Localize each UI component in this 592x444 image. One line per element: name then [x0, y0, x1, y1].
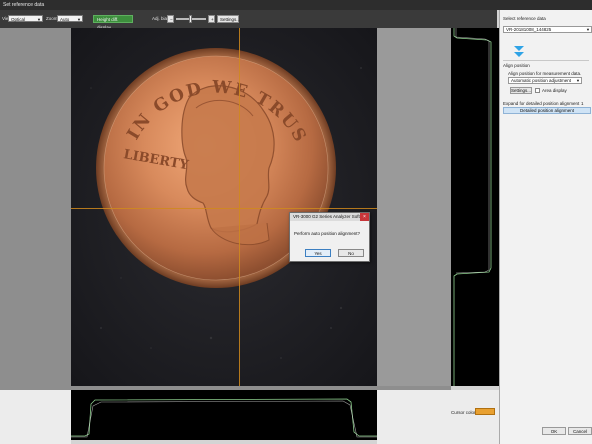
align-settings-label: Settings...: [511, 88, 532, 93]
close-icon[interactable]: ×: [360, 213, 369, 221]
align-settings-button[interactable]: Settings...: [510, 87, 532, 94]
view-select[interactable]: Optical ▼: [8, 15, 43, 22]
expand-detailed-label: Expand for detailed position alignment: [503, 101, 580, 106]
bottom-left-area: [0, 390, 71, 444]
chevron-down-icon: ▼: [77, 17, 81, 22]
align-position-heading: Align position: [503, 63, 530, 68]
optical-image-view[interactable]: IN GOD WE TRUST LIBERTY: [71, 28, 377, 386]
cancel-button-label: Cancel: [572, 429, 587, 434]
dialog-message: Perform auto position alignment?: [294, 231, 361, 236]
coin-image: IN GOD WE TRUST LIBERTY: [71, 28, 377, 386]
select-reference-label: Select reference data: [503, 16, 546, 21]
crosshair-vertical[interactable]: [239, 28, 240, 386]
view-select-value: Optical: [11, 17, 26, 22]
status-area: [377, 390, 499, 444]
reference-settings-panel: Select reference data VR-20181008_144825…: [499, 10, 592, 444]
dialog-no-button[interactable]: No: [338, 249, 364, 257]
dialog-yes-button[interactable]: Yes: [305, 249, 331, 257]
reference-data-value: VR-20181008_144825: [506, 27, 552, 32]
detailed-position-alignment-button[interactable]: Detailed position alignment: [503, 107, 591, 114]
zoom-select[interactable]: Auto ▼: [57, 15, 83, 22]
dialog-yes-label: Yes: [314, 251, 322, 256]
ok-button-label: OK: [550, 429, 558, 434]
dialog-title-bar: VR-3000 G2 Series Analyzer Soft...: [290, 213, 369, 221]
auto-position-select[interactable]: Automatic position adjustment ▼: [508, 77, 582, 84]
chevron-down-icon: ▼: [586, 27, 590, 32]
window-title-bar: Set reference data: [0, 0, 592, 10]
toolbar: View Optical ▼ Zoom Auto ▼ Height diff. …: [0, 10, 497, 30]
auto-position-value: Automatic position adjustment: [511, 78, 572, 83]
area-display-checkbox[interactable]: [535, 88, 540, 93]
cancel-button[interactable]: Cancel: [568, 427, 592, 435]
expand-count: 1: [581, 101, 584, 106]
dialog-no-label: No: [348, 251, 354, 256]
divider: [503, 60, 589, 61]
align-position-description: Align position for measurement data.: [508, 71, 582, 76]
vertical-profile-panel: [451, 28, 499, 386]
toolbar-settings-button[interactable]: Settings...: [217, 15, 241, 23]
area-display-label: Area display: [542, 88, 567, 93]
auto-alignment-dialog: VR-3000 G2 Series Analyzer Soft... × Per…: [289, 212, 370, 262]
chevron-down-icon: ▼: [37, 17, 41, 22]
zoom-select-value: Auto: [60, 17, 70, 22]
adj-increase-button[interactable]: +: [208, 15, 215, 23]
chevron-down-icon: [514, 46, 524, 51]
zoom-label: Zoom: [46, 16, 58, 21]
toolbar-settings-label: Settings...: [220, 17, 241, 22]
cursor-color-label: Cursor color: [451, 410, 476, 415]
adj-decrease-button[interactable]: −: [167, 15, 174, 23]
horizontal-profile-graph: [71, 398, 377, 438]
horizontal-profile-panel: [71, 390, 377, 440]
dialog-title: VR-3000 G2 Series Analyzer Soft...: [293, 214, 364, 219]
canvas-margin-left: [0, 28, 71, 386]
reference-data-select[interactable]: VR-20181008_144825 ▼: [503, 26, 592, 33]
adj-slider-thumb[interactable]: [189, 15, 192, 23]
height-diff-toggle[interactable]: Height diff. display: [93, 15, 133, 30]
chevron-down-icon: [514, 52, 524, 57]
detailed-position-alignment-label: Detailed position alignment: [519, 108, 575, 113]
window-title: Set reference data: [3, 2, 45, 8]
canvas-margin-right: [377, 28, 451, 386]
crosshair-horizontal[interactable]: [71, 208, 377, 209]
vertical-profile-graph: [453, 28, 492, 386]
ok-button[interactable]: OK: [542, 427, 566, 435]
chevron-down-icon: ▼: [576, 78, 580, 83]
cursor-color-swatch[interactable]: [475, 408, 495, 415]
